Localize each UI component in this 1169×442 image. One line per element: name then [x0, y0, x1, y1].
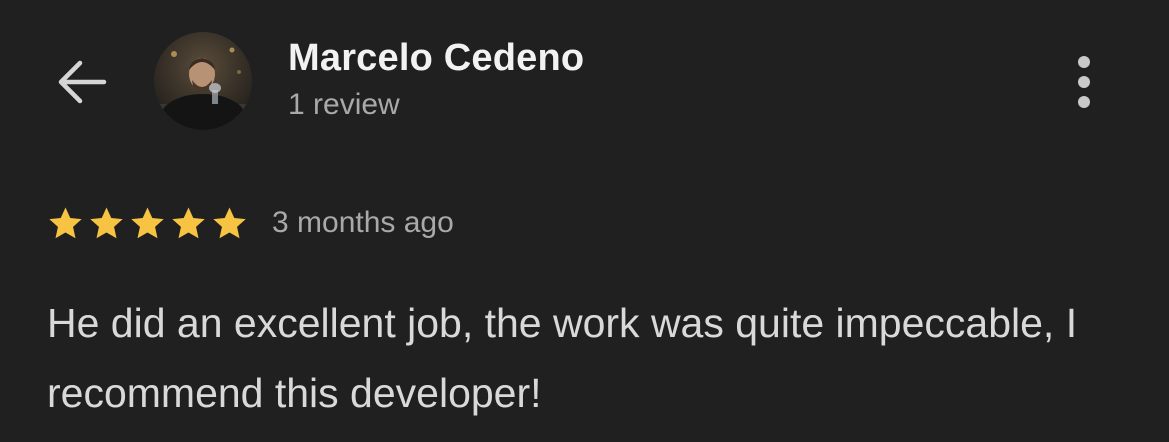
- back-button[interactable]: [52, 52, 112, 112]
- star-icon: [131, 206, 164, 238]
- rating-row: 3 months ago: [47, 203, 454, 243]
- reviewer-name[interactable]: Marcelo Cedeno: [288, 37, 584, 80]
- star-rating: [47, 205, 252, 242]
- more-dot: [1078, 76, 1090, 88]
- more-options-button[interactable]: [1062, 52, 1108, 112]
- arrow-left-icon: [58, 60, 107, 104]
- star-icon: [172, 206, 205, 238]
- star-icon: [49, 206, 82, 238]
- avatar-photo: [154, 32, 252, 130]
- review-date: 3 months ago: [272, 206, 454, 239]
- star-icon: [90, 206, 123, 238]
- more-dot: [1078, 96, 1090, 108]
- review-page: Marcelo Cedeno 1 review 3 months ago He …: [0, 0, 1169, 442]
- star-icon: [213, 206, 246, 238]
- avatar[interactable]: [154, 32, 252, 130]
- more-dot: [1078, 56, 1090, 68]
- review-count: 1 review: [288, 88, 400, 121]
- review-text: He did an excellent job, the work was qu…: [47, 300, 1078, 416]
